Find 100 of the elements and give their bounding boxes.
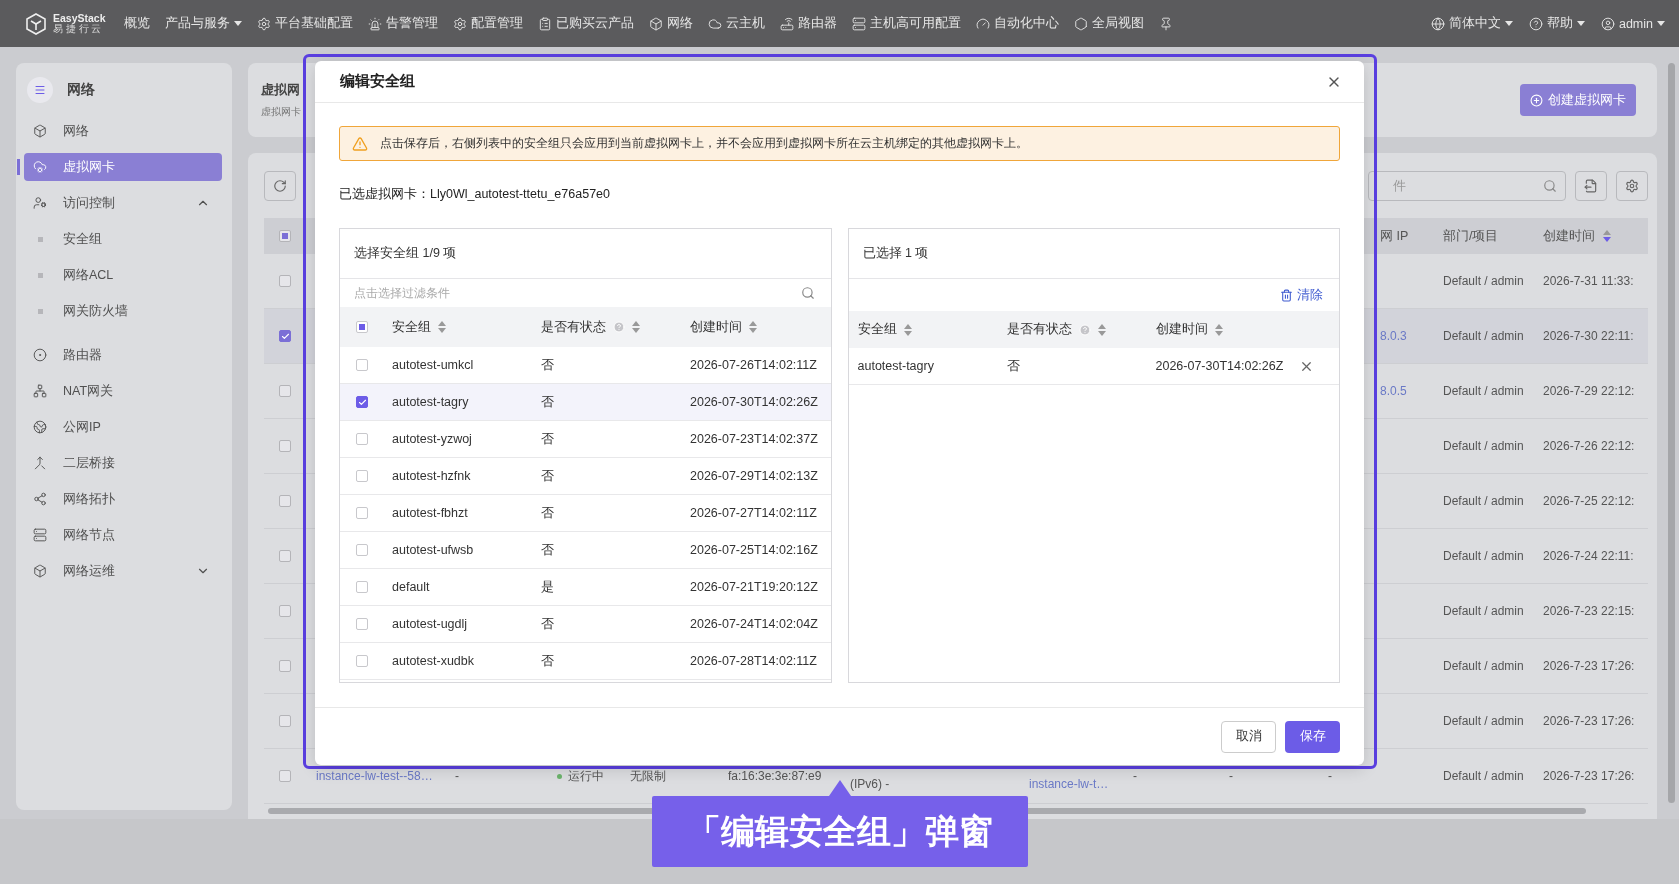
nav-item[interactable]: 路由器 <box>779 15 837 32</box>
sidebar-item[interactable]: 访问控制 <box>24 189 222 217</box>
server-icon <box>851 16 866 31</box>
table-cell-text: 2026-7-30 22:11: <box>1543 329 1635 343</box>
sidebar-item[interactable]: 公网IP <box>24 413 222 441</box>
nav-item[interactable]: 概览 <box>123 15 150 32</box>
nav-item[interactable]: 告警管理 <box>367 15 438 32</box>
table-row[interactable]: autotest-tagry 否 2026-07-30T14:02:26Z <box>340 384 831 421</box>
checkbox[interactable] <box>279 550 291 562</box>
sidebar-item[interactable]: 网关防火墙 <box>24 297 222 325</box>
filter-input[interactable]: 点击选择过滤条件 <box>354 286 801 300</box>
help-icon <box>1528 16 1543 31</box>
secondary-button[interactable]: 取消 <box>1221 720 1276 753</box>
checkbox[interactable] <box>356 321 368 333</box>
checkbox[interactable] <box>356 359 368 371</box>
sidebar-item[interactable]: 网络 <box>24 117 222 145</box>
primary-button[interactable]: 保存 <box>1285 720 1340 753</box>
search-icon <box>800 286 815 300</box>
sidebar-item[interactable]: 路由器 <box>24 341 222 369</box>
checkbox[interactable] <box>356 655 368 667</box>
checkbox[interactable] <box>279 770 291 782</box>
table-cell-text: 8.0.3 <box>1379 329 1408 343</box>
sidebar-item[interactable]: 网络运维 <box>24 557 222 585</box>
export-button[interactable] <box>1575 171 1607 201</box>
checkbox[interactable] <box>279 660 291 672</box>
merge-icon <box>33 456 47 470</box>
sidebar-item[interactable]: 二层桥接 <box>24 449 222 477</box>
checkbox[interactable] <box>279 440 291 452</box>
checkbox[interactable] <box>356 544 368 556</box>
checkbox[interactable] <box>356 507 368 519</box>
nav-item[interactable]: 已购买云产品 <box>537 15 634 32</box>
nav-item[interactable]: 云主机 <box>707 15 765 32</box>
nav-item[interactable]: 全局视图 <box>1073 15 1144 32</box>
table-cell-text: Default / admin <box>1443 714 1525 728</box>
nav-item[interactable]: 简体中文 <box>1430 15 1513 32</box>
checkbox[interactable] <box>279 330 291 342</box>
nav-item[interactable]: 平台基础配置 <box>256 15 353 32</box>
checkbox[interactable] <box>356 396 368 408</box>
column-header: 安全组 <box>857 321 897 338</box>
checkbox[interactable] <box>279 495 291 507</box>
nav-item[interactable]: 产品与服务 <box>164 15 242 32</box>
globe-icon <box>33 420 47 434</box>
sort-icon[interactable] <box>1603 230 1611 242</box>
sidebar-item[interactable]: 安全组 <box>24 225 222 253</box>
table-cell-text: 2026-7-23 17:26: <box>1543 659 1636 673</box>
table-cell-text: default <box>391 580 431 594</box>
cloud-icon <box>707 16 722 31</box>
settings-button[interactable] <box>1616 171 1648 201</box>
refresh-button[interactable] <box>264 171 296 201</box>
clipboard-list-icon <box>537 16 552 31</box>
sidebar-item[interactable]: 网络节点 <box>24 521 222 549</box>
column-header: 是否有状态 <box>1006 321 1072 338</box>
checkbox[interactable] <box>356 433 368 445</box>
checkbox[interactable] <box>279 605 291 617</box>
search-field[interactable]: 件 <box>1368 171 1566 201</box>
table-cell-text: 2026-7-24 22:11: <box>1543 549 1635 563</box>
checkbox[interactable] <box>356 618 368 630</box>
table-cell-text: (IPv6) - <box>850 777 891 791</box>
sort-icon[interactable] <box>632 321 640 333</box>
sort-icon[interactable] <box>903 323 912 336</box>
sidebar-item[interactable]: 网络拓扑 <box>24 485 222 513</box>
nav-item[interactable]: admin <box>1600 16 1665 31</box>
clear-button[interactable]: 清除 <box>1280 286 1323 304</box>
checkbox[interactable] <box>356 581 368 593</box>
siren-icon <box>367 16 382 31</box>
create-button[interactable]: 创建虚拟网卡 <box>1520 84 1636 116</box>
sidebar-item[interactable]: 虚拟网卡 <box>24 153 222 181</box>
trash-icon <box>1280 288 1293 302</box>
table-cell-text: - <box>455 769 460 783</box>
status-dot <box>557 773 562 779</box>
sidebar-item[interactable]: NAT网关 <box>24 377 222 405</box>
nav-item[interactable]: 主机高可用配置 <box>851 15 961 32</box>
table-cell-text: Default / admin <box>1443 329 1525 343</box>
sort-icon[interactable] <box>1097 323 1106 336</box>
sidebar-title: 网络 <box>67 81 95 99</box>
sort-icon[interactable] <box>1214 323 1223 336</box>
table-cell-text: 2026-07-23T14:02:37Z <box>689 432 819 446</box>
search-input[interactable]: 件 <box>1391 178 1543 194</box>
sort-icon[interactable] <box>438 321 446 333</box>
table-cell-text: 2026-7-23 17:26: <box>1543 714 1636 728</box>
nav-item[interactable]: 网络 <box>648 15 693 32</box>
status-text: 运行中 <box>557 767 630 785</box>
checkbox[interactable] <box>356 470 368 482</box>
table-cell-text: Default / admin <box>1443 769 1525 783</box>
checkbox[interactable] <box>279 230 291 242</box>
checkbox[interactable] <box>279 385 291 397</box>
checkbox[interactable] <box>279 275 291 287</box>
cloud-icon <box>33 160 47 174</box>
checkbox[interactable] <box>279 715 291 727</box>
table-cell-text: - <box>1133 769 1138 783</box>
pin-button[interactable] <box>1158 16 1173 31</box>
nav-item[interactable]: 配置管理 <box>452 15 523 32</box>
nav-item[interactable]: 帮助 <box>1528 15 1585 32</box>
nav-item[interactable]: 自动化中心 <box>975 15 1059 32</box>
sort-icon[interactable] <box>749 321 757 333</box>
table-cell-text: 否 <box>540 356 555 374</box>
refresh-icon <box>273 179 287 193</box>
sidebar-item[interactable]: 网络ACL <box>24 261 222 289</box>
logo-name: EasyStack <box>53 12 106 24</box>
filter-field[interactable]: 点击选择过滤条件 <box>340 279 831 307</box>
